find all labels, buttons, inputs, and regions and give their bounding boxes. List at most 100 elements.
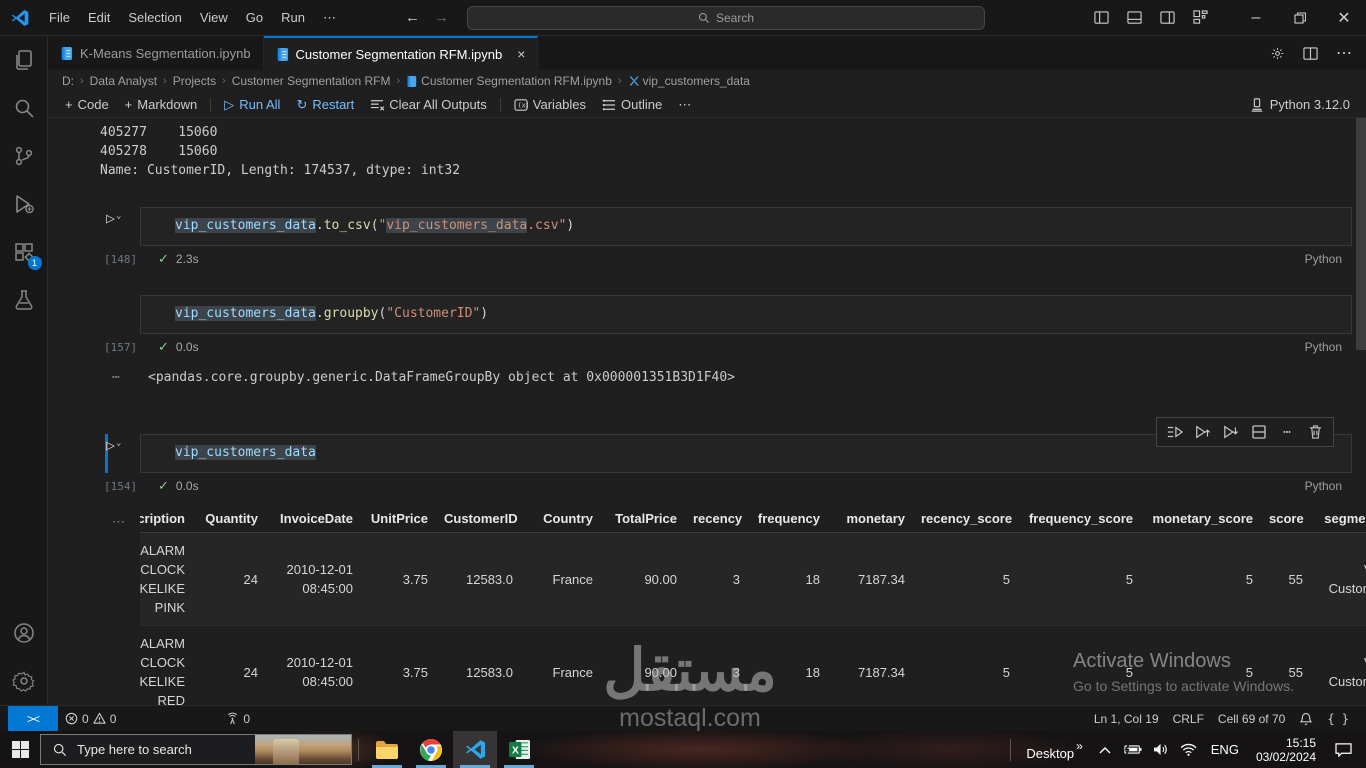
start-button[interactable] [0,731,40,768]
close-button[interactable]: ✕ [1322,0,1366,36]
run-below-icon[interactable] [1219,421,1243,443]
extensions-icon[interactable]: 1 [0,228,48,276]
menu-edit[interactable]: Edit [79,0,119,36]
table-cell: 5 [1002,571,1010,587]
toggle-panel-icon[interactable] [1127,10,1142,25]
restart-button[interactable]: ↻ Restart [289,93,361,117]
settings-gear-icon[interactable] [0,657,48,705]
toggle-sidebar-icon[interactable] [1094,10,1109,25]
column-header: TotalPrice [601,506,685,533]
split-cell-icon[interactable] [1247,421,1271,443]
kernel-picker[interactable]: Python 3.12.0 [1250,97,1366,112]
language-indicator[interactable]: ENG [1204,742,1246,757]
add-code-cell-button[interactable]: + Code [58,93,116,117]
restore-button[interactable] [1278,0,1322,36]
run-debug-icon[interactable] [0,180,48,228]
feedback-braces-icon[interactable]: { } [1320,706,1356,732]
breadcrumb-drive[interactable]: D: [62,74,74,88]
plus-icon: + [65,97,73,112]
clear-all-outputs-button[interactable]: Clear All Outputs [363,93,494,117]
breadcrumb-data-analyst[interactable]: Data Analyst [90,74,157,88]
volume-icon[interactable] [1148,731,1174,768]
minimize-button[interactable]: – [1234,0,1278,36]
menu-go[interactable]: Go [237,0,272,36]
run-cell-icon[interactable] [1163,421,1187,443]
breadcrumb-project-folder[interactable]: Customer Segmentation RFM [232,74,391,88]
breadcrumb-notebook-file[interactable]: Customer Segmentation RFM.ipynb [406,74,612,88]
menu-run[interactable]: Run [272,0,314,36]
more-actions-icon[interactable]: ⋯ [1275,421,1299,443]
customize-layout-icon[interactable] [1193,10,1208,25]
remote-indicator[interactable]: >< [8,705,58,732]
taskbar-vscode[interactable] [453,731,497,768]
tab-customer-segmentation-notebook[interactable]: Customer Segmentation RFM.ipynb × [263,36,539,70]
windows-taskbar: Type here to search X Desktop» ENG 15:15… [0,731,1366,768]
wifi-icon[interactable] [1176,731,1202,768]
cell-language[interactable]: Python [1305,252,1352,266]
editor-gear-icon[interactable] [1270,46,1285,61]
cell-position[interactable]: Cell 69 of 70 [1211,706,1292,732]
table-cell: VIP Customer [1328,655,1366,689]
testing-icon[interactable] [0,276,48,324]
editor-scrollbar[interactable] [1356,118,1366,350]
source-control-icon[interactable] [0,132,48,180]
ports-indicator[interactable]: 0 [219,706,257,732]
tab-close-icon[interactable]: × [517,46,525,62]
code-cell-148[interactable]: ▷ ⌄ vip_customers_data.to_csv("vip_custom… [104,207,1352,271]
cell-code-editor[interactable]: vip_customers_data.groupby("CustomerID") [140,295,1352,334]
symbol-variable-icon [629,76,639,86]
accounts-icon[interactable] [0,609,48,657]
cell-language[interactable]: Python [1305,479,1352,493]
run-cell-button[interactable]: ▷ ⌄ [106,436,121,454]
problems-indicator[interactable]: 0 0 [58,706,123,732]
stream-output: 405277 15060 405278 15060 Name: Customer… [100,125,461,178]
outline-button[interactable]: Outline [595,93,669,117]
taskbar-excel[interactable]: X [497,731,541,768]
nav-forward-icon[interactable]: → [434,9,449,26]
cell-code-editor[interactable]: vip_customers_data.to_csv("vip_customers… [140,207,1352,246]
tab-kmeans-notebook[interactable]: K-Means Segmentation.ipynb [48,36,264,70]
run-cell-button[interactable]: ▷ ⌄ [106,209,121,227]
taskbar-chrome[interactable] [409,731,453,768]
command-center-search[interactable]: Search [467,5,985,30]
toolbar-more-actions-icon[interactable]: ⋯ [671,93,698,117]
explorer-icon[interactable] [0,36,48,84]
menu-file[interactable]: File [40,0,79,36]
taskbar-clock[interactable]: 15:15 03/02/2024 [1248,736,1324,764]
table-cell: 3 [732,664,740,680]
column-header: recency_score [913,506,1018,533]
split-editor-icon[interactable] [1303,46,1318,61]
variables-button[interactable]: (x) Variables [507,93,593,117]
taskbar-search-input[interactable]: Type here to search [40,734,352,765]
nav-back-icon[interactable]: ← [405,9,420,26]
show-desktop-button[interactable]: Desktop» [1019,739,1089,761]
search-sidebar-icon[interactable] [0,84,48,132]
eol-indicator[interactable]: CRLF [1166,706,1211,732]
menu-selection[interactable]: Selection [119,0,190,36]
notifications-bell-icon[interactable] [1292,706,1320,732]
extensions-badge: 1 [27,256,42,270]
menu-view[interactable]: View [191,0,237,36]
editor-more-actions-icon[interactable]: ⋯ [1336,43,1352,63]
breadcrumb-projects[interactable]: Projects [173,74,216,88]
menu-more[interactable]: ⋯ [314,0,345,36]
search-highlight-image[interactable] [255,735,351,764]
output-collapse-icon[interactable]: ⋯ [112,368,121,387]
breadcrumb-symbol-vip-customers-data[interactable]: vip_customers_data [628,74,750,88]
cell-language[interactable]: Python [1305,340,1352,354]
toggle-secondary-sidebar-icon[interactable] [1160,10,1175,25]
delete-cell-icon[interactable] [1303,421,1327,443]
table-cell: 7187.34 [858,571,905,587]
taskbar-file-explorer[interactable] [365,731,409,768]
code-cell-157[interactable]: vip_customers_data.groupby("CustomerID")… [104,295,1352,359]
run-all-button[interactable]: ▷ Run All [217,93,287,117]
battery-icon[interactable] [1120,731,1146,768]
add-markdown-cell-button[interactable]: + Markdown [118,93,205,117]
execution-duration: 0.0s [175,339,199,354]
tray-show-hidden-icons[interactable] [1092,731,1118,768]
run-above-icon[interactable] [1191,421,1215,443]
cursor-position[interactable]: Ln 1, Col 19 [1087,706,1166,732]
output-collapse-icon[interactable]: ⋯ [112,514,126,530]
action-center-icon[interactable] [1326,731,1360,768]
table-cell: France [552,664,593,680]
